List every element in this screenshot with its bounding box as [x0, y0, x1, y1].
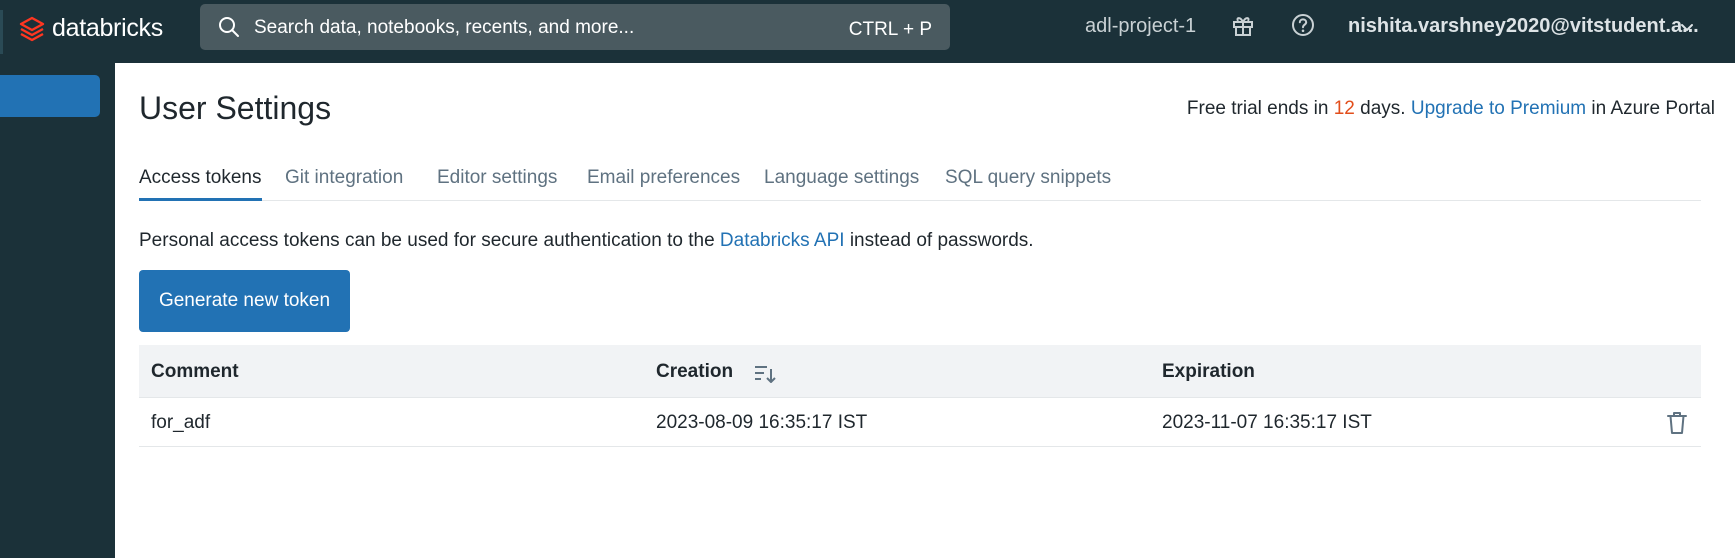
trial-days: 12 — [1333, 98, 1355, 119]
description-before: Personal access tokens can be used for s… — [139, 230, 715, 251]
settings-tabs: Access tokens Git integration Editor set… — [139, 163, 1701, 201]
column-header-expiration: Expiration — [1162, 361, 1255, 382]
databricks-logo[interactable]: databricks — [18, 14, 163, 43]
tab-git-integration[interactable]: Git integration — [285, 167, 403, 189]
generate-new-token-button[interactable]: Generate new token — [139, 270, 350, 332]
search-shortcut: CTRL + P — [848, 19, 932, 40]
tab-language-settings[interactable]: Language settings — [764, 167, 919, 189]
help-icon[interactable] — [1290, 12, 1316, 38]
tab-email-preferences[interactable]: Email preferences — [587, 167, 740, 189]
trial-suffix: in Azure Portal — [1591, 98, 1715, 119]
tokens-description: Personal access tokens can be used for s… — [139, 230, 1034, 252]
workspace-selector[interactable]: adl-project-1 — [1085, 15, 1196, 38]
window-edge — [0, 10, 3, 54]
table-row: for_adf 2023-08-09 16:35:17 IST 2023-11-… — [139, 398, 1701, 447]
tab-access-tokens[interactable]: Access tokens — [139, 167, 262, 189]
trial-notice: Free trial ends in 12 days. Upgrade to P… — [1187, 98, 1715, 120]
databricks-logo-icon — [19, 16, 45, 41]
chevron-down-icon[interactable] — [1679, 19, 1695, 35]
page-title: User Settings — [139, 90, 332, 126]
active-tab-indicator — [139, 198, 262, 201]
search-icon — [219, 17, 239, 37]
upgrade-premium-link[interactable]: Upgrade to Premium — [1411, 98, 1586, 119]
description-after: instead of passwords. — [849, 230, 1034, 251]
user-menu[interactable]: nishita.varshney2020@vitstudent.a... — [1348, 15, 1699, 38]
tab-editor-settings[interactable]: Editor settings — [437, 167, 557, 189]
sidebar-item-active[interactable] — [0, 75, 100, 117]
brand-name: databricks — [52, 14, 163, 42]
search-placeholder: Search data, notebooks, recents, and mor… — [254, 17, 635, 38]
token-creation: 2023-08-09 16:35:17 IST — [656, 412, 868, 433]
gift-icon[interactable] — [1230, 12, 1256, 38]
tokens-table: Comment Creation Expiration for_adf 2023… — [139, 345, 1701, 447]
column-header-creation[interactable]: Creation — [656, 361, 733, 383]
global-search-bar[interactable]: Search data, notebooks, recents, and mor… — [200, 4, 950, 50]
column-header-comment: Comment — [151, 361, 239, 382]
top-bar: databricks Search data, notebooks, recen… — [0, 0, 1735, 63]
main-content: User Settings Free trial ends in 12 days… — [115, 63, 1735, 558]
databricks-api-link[interactable]: Databricks API — [720, 230, 845, 251]
trial-prefix: Free trial ends in — [1186, 98, 1329, 119]
trial-middle: days. — [1360, 98, 1406, 119]
trash-icon[interactable] — [1666, 410, 1688, 436]
tab-sql-query-snippets[interactable]: SQL query snippets — [945, 167, 1111, 189]
table-header: Comment Creation Expiration — [139, 345, 1701, 398]
sort-icon[interactable] — [753, 363, 777, 385]
token-comment: for_adf — [151, 412, 211, 433]
token-expiration: 2023-11-07 16:35:17 IST — [1162, 412, 1372, 433]
sidebar — [0, 63, 115, 558]
